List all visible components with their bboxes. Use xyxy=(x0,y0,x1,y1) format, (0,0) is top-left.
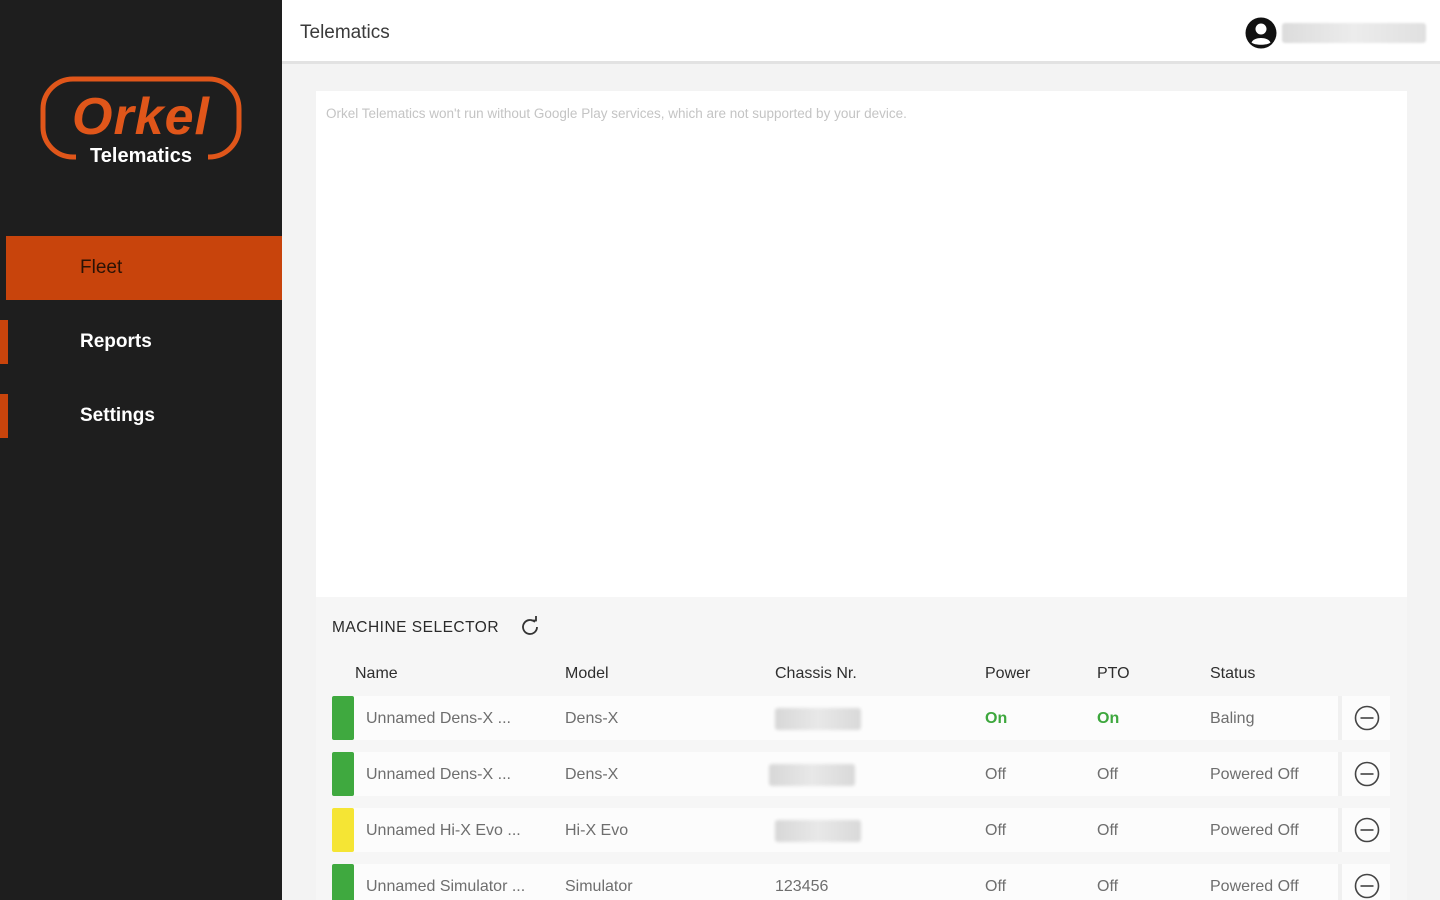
divider xyxy=(1338,696,1342,740)
sidebar-item-fleet[interactable]: Fleet xyxy=(6,236,282,300)
table-row[interactable]: Unnamed Dens-X ... Dens-X Off Off Powere… xyxy=(332,752,1390,796)
remove-circle-icon[interactable] xyxy=(1354,705,1380,731)
column-header-model[interactable]: Model xyxy=(565,665,609,683)
nav-accent xyxy=(0,394,8,438)
power-value: On xyxy=(985,710,1008,727)
account-circle-icon[interactable] xyxy=(1244,16,1278,50)
divider xyxy=(1338,808,1342,852)
machine-model: Dens-X xyxy=(565,710,619,727)
sidebar-item-label: Settings xyxy=(80,405,155,426)
column-header-pto[interactable]: PTO xyxy=(1097,665,1130,683)
power-value: Off xyxy=(985,822,1007,839)
orkel-logo: Orkel Telematics xyxy=(40,76,244,168)
chassis-value: 123456 xyxy=(775,878,829,895)
pto-value: Off xyxy=(1097,766,1119,783)
column-header-status[interactable]: Status xyxy=(1210,665,1255,683)
column-header-power[interactable]: Power xyxy=(985,665,1030,683)
nav-accent xyxy=(0,320,8,364)
status-indicator xyxy=(332,808,354,852)
table-row[interactable]: Unnamed Dens-X ... Dens-X On On Baling xyxy=(332,696,1390,740)
status-value: Powered Off xyxy=(1210,766,1299,783)
chassis-redacted xyxy=(769,764,855,786)
divider xyxy=(1338,752,1342,796)
svg-text:Telematics: Telematics xyxy=(90,145,192,167)
page-title: Telematics xyxy=(300,22,390,43)
svg-text:Orkel: Orkel xyxy=(72,88,211,146)
machine-model: Simulator xyxy=(565,878,633,895)
status-value: Powered Off xyxy=(1210,878,1299,895)
machine-selector: MACHINE SELECTOR Name Model Chassis Nr. … xyxy=(316,597,1407,900)
remove-circle-icon[interactable] xyxy=(1354,873,1380,899)
status-indicator xyxy=(332,752,354,796)
remove-circle-icon[interactable] xyxy=(1354,817,1380,843)
chassis-redacted xyxy=(775,708,861,730)
power-value: Off xyxy=(985,878,1007,895)
pto-value: On xyxy=(1097,710,1120,727)
machine-model: Hi-X Evo xyxy=(565,822,629,839)
power-value: Off xyxy=(985,766,1007,783)
sidebar-item-label: Reports xyxy=(80,331,152,352)
pto-value: Off xyxy=(1097,878,1119,895)
remove-circle-icon[interactable] xyxy=(1354,761,1380,787)
machine-name: Unnamed Hi-X Evo ... xyxy=(366,822,521,839)
status-indicator xyxy=(332,864,354,900)
account-name-redacted[interactable] xyxy=(1282,23,1426,43)
status-indicator xyxy=(332,696,354,740)
chassis-redacted xyxy=(775,820,861,842)
top-bar: Telematics xyxy=(282,0,1440,64)
machine-name: Unnamed Dens-X ... xyxy=(366,710,511,727)
table-row[interactable]: Unnamed Hi-X Evo ... Hi-X Evo Off Off Po… xyxy=(332,808,1390,852)
machine-model: Dens-X xyxy=(565,766,619,783)
table-row[interactable]: Unnamed Simulator ... Simulator 123456 O… xyxy=(332,864,1390,900)
sidebar-item-label: Fleet xyxy=(80,257,123,278)
column-header-name[interactable]: Name xyxy=(355,665,398,683)
column-header-chassis[interactable]: Chassis Nr. xyxy=(775,665,857,683)
sidebar-item-settings[interactable]: Settings xyxy=(0,384,282,448)
sidebar: Orkel Telematics Fleet Reports Settings xyxy=(0,0,282,900)
status-value: Powered Off xyxy=(1210,822,1299,839)
status-value: Baling xyxy=(1210,710,1255,727)
sidebar-item-reports[interactable]: Reports xyxy=(0,310,282,374)
divider xyxy=(1338,864,1342,900)
machine-name: Unnamed Simulator ... xyxy=(366,878,526,895)
machine-selector-title: MACHINE SELECTOR xyxy=(332,619,500,636)
map-error-message: Orkel Telematics won't run without Googl… xyxy=(326,106,907,121)
machine-name: Unnamed Dens-X ... xyxy=(366,766,511,783)
refresh-icon[interactable] xyxy=(518,615,542,639)
pto-value: Off xyxy=(1097,822,1119,839)
map-panel[interactable]: Orkel Telematics won't run without Googl… xyxy=(316,91,1407,597)
